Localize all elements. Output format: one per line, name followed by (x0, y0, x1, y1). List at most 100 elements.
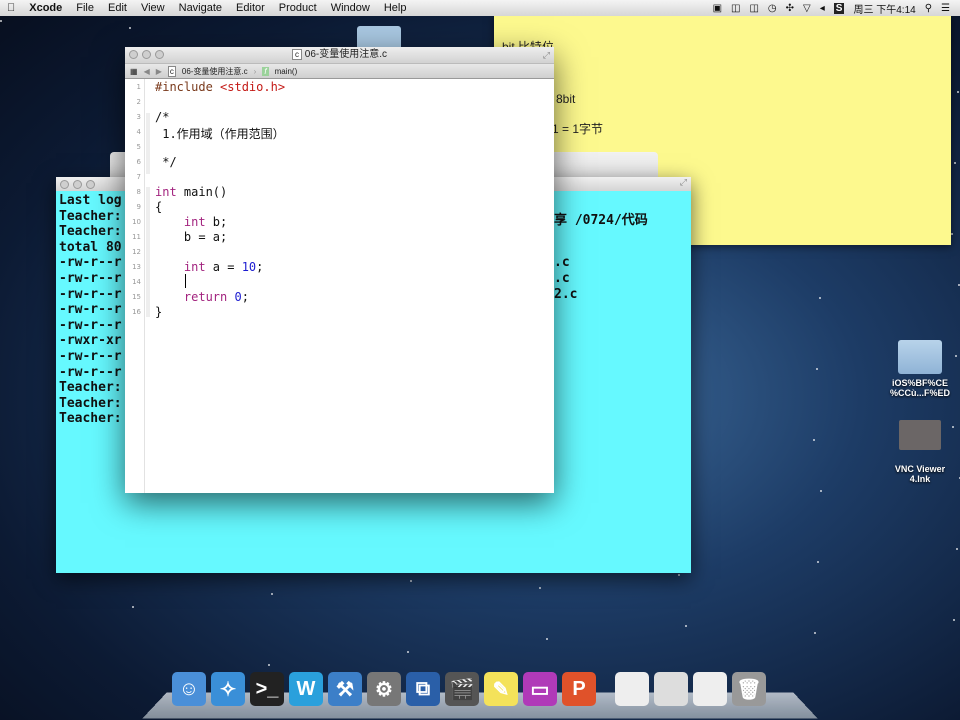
minimize-button[interactable] (73, 180, 82, 189)
code-line: int a = 10; (155, 260, 264, 274)
window-icon[interactable]: ◫ (731, 3, 740, 14)
fold-ribbon[interactable] (146, 113, 150, 174)
star (410, 580, 412, 582)
dock-stickies-icon[interactable]: ✎ (484, 672, 518, 706)
terminal-line: total 80 (59, 239, 122, 255)
dock-powerpoint-icon[interactable]: P (562, 672, 596, 706)
dock-imovie-icon[interactable]: 🎬 (445, 672, 479, 706)
menu-product[interactable]: Product (272, 2, 324, 14)
back-icon[interactable]: ◀ (144, 67, 150, 76)
line-number: 13 (132, 263, 141, 271)
forward-icon[interactable]: ▶ (156, 67, 162, 76)
code-line: b = a; (155, 230, 228, 244)
line-number: 3 (136, 113, 141, 121)
star (539, 587, 541, 589)
spotlight-icon[interactable]: ⚲ (925, 3, 932, 14)
fold-ribbon[interactable] (146, 187, 150, 317)
jump-symbol[interactable]: main() (275, 67, 298, 76)
input-method-icon[interactable]: S (833, 2, 845, 14)
star (685, 625, 687, 627)
menu-editor[interactable]: Editor (229, 2, 272, 14)
menu-navigate[interactable]: Navigate (172, 2, 229, 14)
desktop-icon-vnc[interactable]: VNC Viewer 4.lnk (880, 420, 960, 484)
line-number: 11 (132, 233, 141, 241)
terminal-line: Teacher: (59, 224, 122, 240)
dock-ppt-doc-icon[interactable] (654, 672, 688, 706)
dock-word-icon[interactable]: W (289, 672, 323, 706)
apple-menu-icon[interactable]:  (0, 2, 22, 14)
terminal-line: Teacher: (59, 208, 122, 224)
related-items-icon[interactable]: ▦ (130, 67, 138, 76)
desktop-icon-folder[interactable]: iOS%BF%CE %CCù...F%ED (880, 340, 960, 398)
star (816, 368, 818, 370)
menu-help[interactable]: Help (377, 2, 414, 14)
dock-xcode-icon[interactable]: ⚒ (328, 672, 362, 706)
minimize-button[interactable] (142, 50, 151, 59)
star (0, 20, 2, 22)
dock-finder-icon[interactable]: ☺ (172, 672, 206, 706)
zoom-button[interactable] (155, 50, 164, 59)
terminal-line: -rw-r--r (59, 302, 122, 318)
dock-safari-icon[interactable]: ✧ (211, 672, 245, 706)
star (407, 651, 409, 653)
menu-view[interactable]: View (134, 2, 172, 14)
clock[interactable]: 周三 下午4:14 (853, 1, 915, 16)
folder-icon (898, 340, 942, 374)
star (953, 619, 955, 621)
dock-terminal-icon[interactable]: >_ (250, 672, 284, 706)
notification-icon[interactable]: ☰ (941, 3, 950, 14)
line-number: 15 (132, 293, 141, 301)
terminal-line: -rw-r--r (59, 255, 122, 271)
dock-trash-icon[interactable]: 🗑 (732, 672, 766, 706)
star (820, 490, 822, 492)
jump-file[interactable]: 06-变量使用注意.c (182, 66, 248, 77)
function-icon: f (262, 66, 269, 76)
line-number: 8 (136, 188, 141, 196)
dock-system-preferences-icon[interactable]: ⚙ (367, 672, 401, 706)
line-number: 7 (136, 173, 141, 181)
bluetooth-icon[interactable]: ✣ (786, 3, 794, 14)
terminal-line: Teacher: (59, 380, 122, 396)
dock-imac-icon[interactable]: ▭ (523, 672, 557, 706)
dock-word-doc-icon[interactable] (615, 672, 649, 706)
star (268, 664, 270, 666)
star (132, 606, 134, 608)
terminal-line-fragment: 2.c (554, 286, 578, 302)
star (819, 297, 821, 299)
star (271, 593, 273, 595)
close-button[interactable] (129, 50, 138, 59)
wifi-icon[interactable]: ▽ (803, 3, 811, 14)
terminal-line: -rw-r--r (59, 271, 122, 286)
menu-window[interactable]: Window (324, 2, 377, 14)
line-number: 16 (132, 308, 141, 316)
code-line: #include <stdio.h> (155, 80, 286, 94)
dock-finder-doc-icon[interactable] (693, 672, 727, 706)
xcode-window[interactable]: c 06-变量使用注意.c ⤢ ▦ ◀ ▶ c 06-变量使用注意.c › f … (125, 47, 554, 493)
menu-file[interactable]: File (69, 2, 101, 14)
menu-edit[interactable]: Edit (101, 2, 134, 14)
fullscreen-icon[interactable]: ⤢ (543, 47, 550, 63)
code-line: /* (155, 110, 170, 124)
volume-icon[interactable]: ◂ (820, 3, 825, 14)
file-c-icon: c (167, 65, 176, 77)
star (813, 439, 815, 441)
dock-vmware-icon[interactable]: ⧉ (406, 672, 440, 706)
line-gutter: 1 2 3 4 5 6 7 8 9 10 11 12 13 14 15 16 (125, 79, 145, 493)
star (951, 233, 953, 235)
xcode-titlebar[interactable]: c 06-变量使用注意.c ⤢ (125, 47, 554, 63)
time-machine-icon[interactable]: ◷ (768, 3, 777, 14)
code-line: int main() (155, 185, 228, 199)
zoom-button[interactable] (86, 180, 95, 189)
sticky-line: 1 = 1字节 (552, 122, 604, 136)
menu-app[interactable]: Xcode (22, 2, 69, 14)
line-number: 9 (136, 203, 141, 211)
line-number: 1 (136, 83, 141, 91)
code-line: } (155, 305, 163, 319)
camera-icon[interactable]: ▣ (713, 3, 722, 14)
sticky-line: 8bit (556, 92, 576, 106)
fullscreen-icon[interactable]: ⤢ (680, 177, 687, 188)
window2-icon[interactable]: ◫ (749, 3, 758, 14)
window-title: 06-变量使用注意.c (304, 49, 387, 60)
code-line: int b; (155, 215, 228, 229)
close-button[interactable] (60, 180, 69, 189)
